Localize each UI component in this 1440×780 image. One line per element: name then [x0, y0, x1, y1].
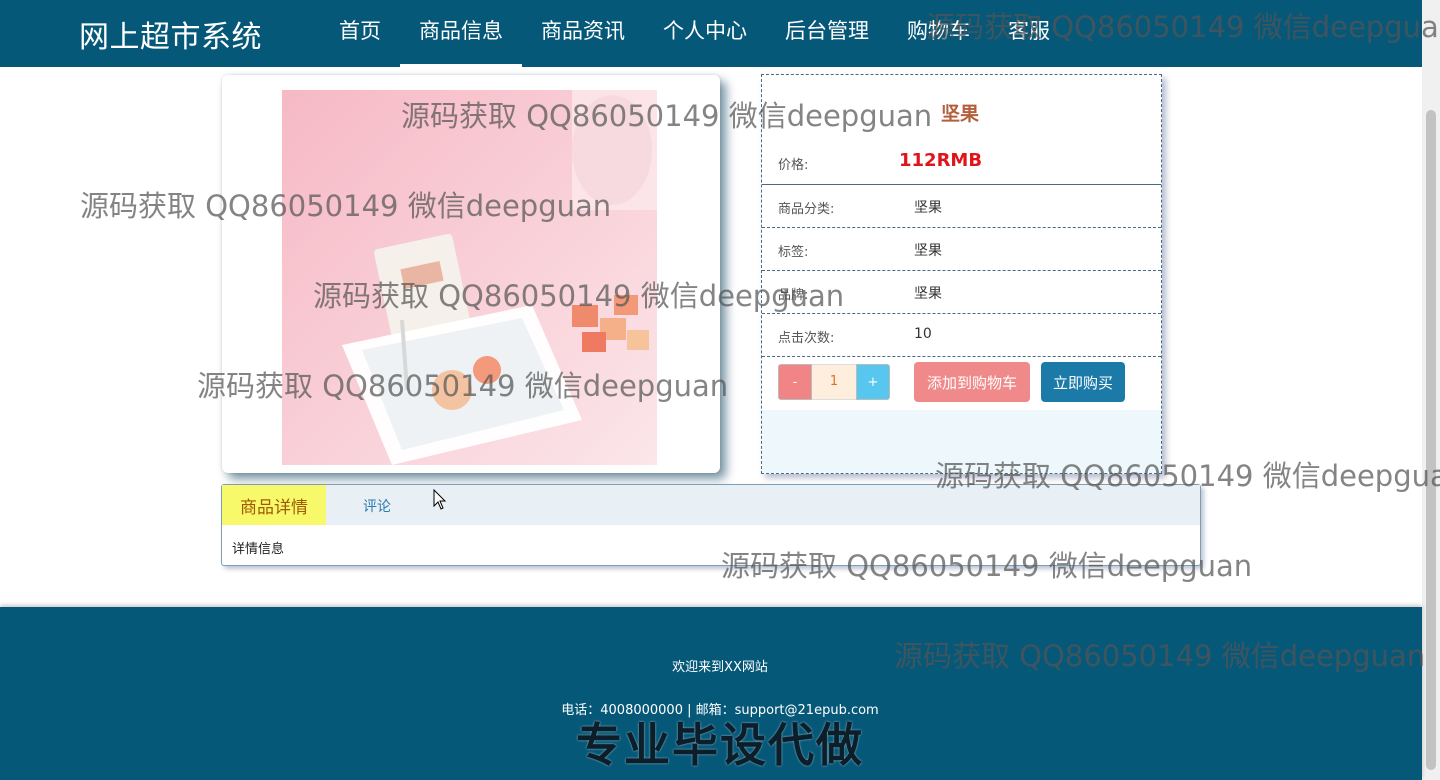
product-info-panel: 坚果 价格: 112RMB 商品分类: 坚果 标签: 坚果 品牌: 坚果 点击次…	[761, 74, 1162, 474]
buy-now-button[interactable]: 立即购买	[1041, 362, 1125, 402]
price-row: 价格: 112RMB	[762, 142, 1161, 185]
category-row: 商品分类: 坚果	[762, 185, 1161, 228]
nav-home[interactable]: 首页	[320, 0, 400, 67]
product-tabs: 商品详情 评论 详情信息	[221, 484, 1201, 566]
quantity-input[interactable]: 1	[812, 364, 856, 400]
price-label: 价格:	[778, 158, 809, 173]
promo-banner-text: 专业毕设代做	[576, 718, 864, 772]
nav-products[interactable]: 商品信息	[400, 0, 522, 67]
price-value: 112RMB	[899, 150, 983, 171]
main-nav: 首页 商品信息 商品资讯 个人中心 后台管理 购物车 客服	[320, 0, 1069, 67]
detail-content: 详情信息	[232, 542, 285, 557]
top-navbar: 网上超市系统 首页 商品信息 商品资讯 个人中心 后台管理 购物车 客服	[0, 0, 1422, 67]
info-panel-footer	[762, 410, 1161, 473]
clicks-label: 点击次数:	[778, 331, 835, 346]
decrease-quantity-button[interactable]: -	[778, 364, 812, 400]
quantity-stepper: - 1 +	[778, 364, 890, 400]
product-image	[282, 90, 657, 465]
tab-bar: 商品详情 评论	[222, 485, 1200, 525]
category-value: 坚果	[914, 200, 942, 216]
brand-label: 品牌:	[778, 288, 809, 303]
site-logo[interactable]: 网上超市系统	[79, 12, 262, 56]
nav-admin[interactable]: 后台管理	[766, 0, 888, 67]
tab-comments[interactable]: 评论	[363, 496, 391, 516]
footer-welcome: 欢迎来到XX网站	[672, 660, 768, 675]
product-title: 坚果	[941, 103, 980, 125]
tag-value: 坚果	[914, 243, 942, 259]
nav-news[interactable]: 商品资讯	[522, 0, 644, 67]
tag-label: 标签:	[778, 245, 809, 260]
page-footer: 欢迎来到XX网站 电话：4008000000 | 邮箱：support@21ep…	[0, 607, 1422, 780]
category-label: 商品分类:	[778, 202, 835, 217]
product-photo-illustration	[282, 90, 657, 465]
nav-cart[interactable]: 购物车	[888, 0, 989, 67]
product-image-card	[222, 75, 720, 473]
increase-quantity-button[interactable]: +	[856, 364, 890, 400]
clicks-row: 点击次数: 10	[762, 314, 1161, 357]
nav-service[interactable]: 客服	[989, 0, 1069, 67]
brand-value: 坚果	[914, 286, 942, 302]
mouse-cursor-icon	[433, 488, 447, 515]
add-to-cart-button[interactable]: 添加到购物车	[914, 362, 1030, 402]
tag-row: 标签: 坚果	[762, 228, 1161, 271]
nav-profile[interactable]: 个人中心	[644, 0, 766, 67]
brand-row: 品牌: 坚果	[762, 271, 1161, 314]
clicks-value: 10	[914, 326, 932, 342]
tab-product-detail[interactable]: 商品详情	[222, 485, 326, 525]
